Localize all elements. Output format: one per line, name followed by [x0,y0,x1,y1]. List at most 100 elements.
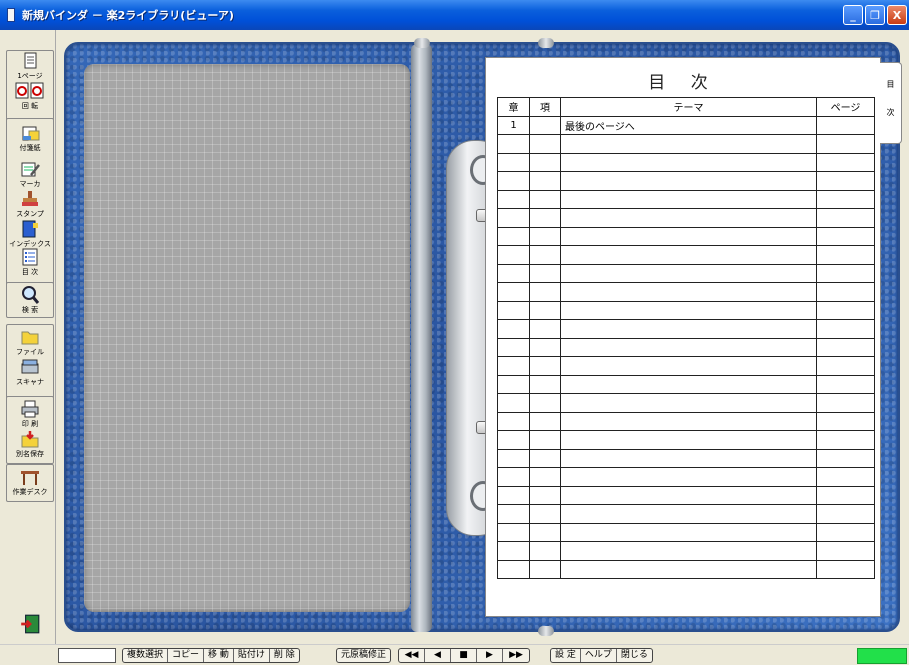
cell-chapter [497,134,530,154]
cell-page [816,300,875,320]
cell-theme[interactable] [560,263,817,283]
cell-chapter [497,337,530,357]
table-row[interactable] [497,393,875,413]
sticky-button[interactable]: 付箋紙 [7,124,53,153]
table-row[interactable] [497,245,875,265]
cell-theme[interactable] [560,356,817,376]
left-toolbar: 1ページ 回 転 付箋紙 マーカ スタンプ インデックス 目 次 検 索 ファイ… [0,30,56,644]
rotate-button[interactable]: 回 転 [7,82,53,111]
delete-button[interactable]: 削 除 [270,649,299,662]
cell-theme[interactable] [560,226,817,246]
page-button[interactable]: 1ページ [7,52,53,81]
copy-button[interactable]: コピー [168,649,205,662]
cell-theme[interactable] [560,559,817,579]
cell-theme[interactable] [560,300,817,320]
table-row[interactable] [497,411,875,431]
cell-theme[interactable] [560,171,817,191]
marker-button[interactable]: マーカ [7,160,53,189]
cell-theme[interactable] [560,134,817,154]
cell-theme[interactable] [560,430,817,450]
scanner-button[interactable]: スキャナ [7,358,53,387]
cell-page [816,282,875,302]
table-row[interactable] [497,300,875,320]
cell-theme[interactable] [560,448,817,468]
stop-button[interactable]: ■ [451,649,477,662]
save-as-button[interactable]: 別名保存 [7,430,53,459]
cell-theme[interactable] [560,189,817,209]
toc-index-tab[interactable]: 目 次 [880,62,902,144]
prev-page-button[interactable]: ◀ [425,649,451,662]
table-row[interactable] [497,430,875,450]
index-button[interactable]: インデックス [7,220,53,249]
cell-theme[interactable] [560,245,817,265]
paste-button[interactable]: 貼付け [234,649,270,662]
cell-item [529,152,561,172]
cell-theme[interactable] [560,541,817,561]
close-button[interactable]: X [887,5,907,25]
table-row[interactable] [497,226,875,246]
minimize-button[interactable]: _ [843,5,863,25]
tab-label-2: 次 [886,108,895,117]
print-button[interactable]: 印 刷 [7,400,53,429]
table-row[interactable] [497,263,875,283]
table-row[interactable] [497,522,875,542]
cell-theme[interactable]: 最後のページへ [560,115,817,135]
first-page-button[interactable]: ◀◀ [399,649,425,662]
cell-theme[interactable] [560,393,817,413]
next-page-button[interactable]: ▶ [477,649,503,662]
cell-theme[interactable] [560,504,817,524]
table-row[interactable] [497,467,875,487]
last-page-button[interactable]: ▶▶ [503,649,529,662]
exit-button[interactable] [7,614,53,634]
cell-theme[interactable] [560,411,817,431]
table-row[interactable] [497,282,875,302]
table-row[interactable]: 1 最後のページへ [497,115,875,135]
table-row[interactable] [497,356,875,376]
file-button[interactable]: ファイル [7,328,53,357]
table-row[interactable] [497,504,875,524]
table-row[interactable] [497,208,875,228]
table-row[interactable] [497,337,875,357]
cell-theme[interactable] [560,319,817,339]
help-button[interactable]: ヘルプ [581,649,617,662]
table-row[interactable] [497,485,875,505]
spine-top-ring [414,38,430,48]
close-binder-button[interactable]: 閉じる [617,649,652,662]
table-row[interactable] [497,374,875,394]
revise-original-button[interactable]: 元原稿修正 [337,649,390,662]
cell-chapter [497,245,530,265]
table-row[interactable] [497,171,875,191]
desk-button[interactable]: 作業デスク [7,468,53,497]
table-row[interactable] [497,559,875,579]
cell-theme[interactable] [560,208,817,228]
toc-button[interactable]: 目 次 [7,248,53,277]
table-row[interactable] [497,189,875,209]
search-button[interactable]: 検 索 [7,286,53,315]
move-button[interactable]: 移 動 [204,649,234,662]
table-row[interactable] [497,134,875,154]
cell-item [529,263,561,283]
scanner-icon [21,359,39,374]
table-row[interactable] [497,319,875,339]
cell-theme[interactable] [560,522,817,542]
cell-page [816,393,875,413]
cell-theme[interactable] [560,467,817,487]
cell-theme[interactable] [560,337,817,357]
settings-button[interactable]: 設 定 [551,649,581,662]
cell-page [816,337,875,357]
table-row[interactable] [497,541,875,561]
stamp-button[interactable]: スタンプ [7,190,53,219]
cell-theme[interactable] [560,374,817,394]
cell-theme[interactable] [560,152,817,172]
cell-theme[interactable] [560,485,817,505]
cell-item [529,208,561,228]
cell-theme[interactable] [560,282,817,302]
restore-button[interactable]: ❐ [865,5,885,25]
table-row[interactable] [497,448,875,468]
multi-select-button[interactable]: 複数選択 [123,649,169,662]
left-page[interactable] [84,64,410,612]
table-row[interactable] [497,152,875,172]
marker-icon [21,162,40,177]
cell-page [816,115,875,135]
save-as-icon [21,431,39,448]
